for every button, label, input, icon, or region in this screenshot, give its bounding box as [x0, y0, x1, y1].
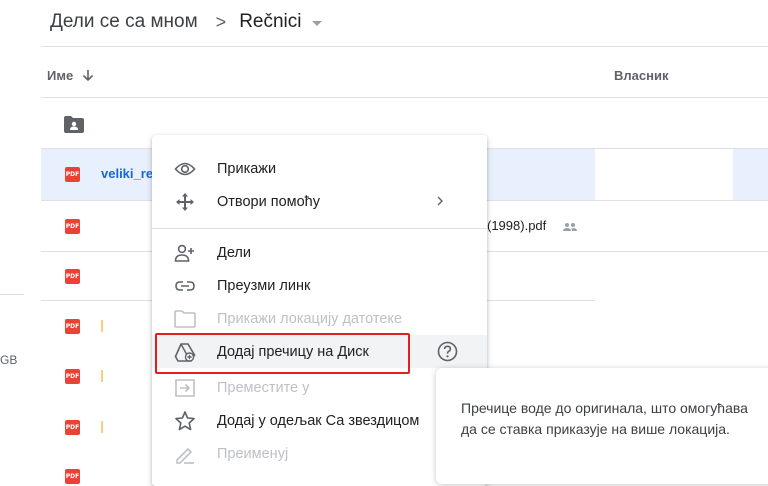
- pdf-icon: PDF: [65, 167, 80, 182]
- column-header-owner[interactable]: Власник: [614, 68, 668, 83]
- breadcrumb-shared-with-me[interactable]: Дели се са мном: [50, 11, 198, 33]
- file-thumbnail-edge: [101, 370, 103, 382]
- menu-item-label: Преименуј: [217, 445, 289, 462]
- menu-item-label: Додај у одељак Са звездицом: [217, 412, 420, 429]
- menu-item-show-file-location[interactable]: Прикажи локацију датотеке: [152, 302, 487, 335]
- menu-item-preview[interactable]: Прикажи: [152, 152, 487, 185]
- sidebar-divider: [0, 294, 24, 295]
- file-name[interactable]: veliki_re: [101, 166, 153, 181]
- table-row-selection-extension[interactable]: [733, 149, 768, 200]
- folder-outline-icon: [174, 308, 196, 330]
- menu-item-label: Преместите у: [217, 379, 310, 396]
- menu-item-get-link[interactable]: Преузми линк: [152, 269, 487, 302]
- storage-unit-label: GB: [0, 353, 18, 367]
- help-icon[interactable]: [437, 341, 458, 367]
- pdf-icon: PDF: [65, 219, 80, 234]
- help-tooltip: Пречице воде до оригинала, што омогућава…: [436, 368, 768, 484]
- pencil-icon: [174, 443, 196, 465]
- pdf-icon: PDF: [65, 269, 80, 284]
- star-icon: [174, 410, 196, 432]
- menu-item-label: Преузми линк: [217, 277, 311, 294]
- file-thumbnail-edge: [101, 421, 103, 433]
- move-to-icon: [174, 377, 196, 399]
- column-name-label: Име: [47, 68, 74, 83]
- header-divider: [41, 46, 768, 47]
- chevron-right-icon: [435, 194, 445, 213]
- move-arrows-icon: [174, 191, 196, 213]
- menu-item-label: Прикажи: [217, 160, 277, 177]
- highlight-annotation-box: [155, 333, 410, 374]
- file-name[interactable]: (1998).pdf: [487, 218, 546, 233]
- breadcrumb-current-folder[interactable]: Rečnici: [239, 11, 301, 33]
- pdf-icon: PDF: [65, 469, 80, 484]
- pdf-icon: PDF: [65, 369, 80, 384]
- menu-item-share[interactable]: Дели: [152, 236, 487, 269]
- menu-item-label: Прикажи локацију датотеке: [217, 310, 403, 327]
- link-icon: [174, 275, 196, 297]
- file-thumbnail-edge: [101, 320, 103, 332]
- menu-item-label: Отвори помоћу: [217, 193, 320, 210]
- eye-icon: [174, 158, 196, 180]
- pdf-icon: PDF: [65, 420, 80, 435]
- breadcrumb: Дели се са мном > Rečnici: [50, 8, 322, 36]
- tooltip-text: Пречице воде до оригинала, што омогућава…: [461, 400, 748, 437]
- menu-item-label: Дели: [217, 244, 251, 261]
- column-header-name[interactable]: Име: [47, 68, 94, 83]
- add-person-icon: [174, 242, 196, 264]
- pdf-icon: PDF: [65, 319, 80, 334]
- column-header-divider: [41, 97, 768, 98]
- sort-down-arrow-icon[interactable]: [82, 69, 94, 82]
- shared-people-icon: [562, 219, 578, 237]
- dropdown-caret-icon[interactable]: [311, 20, 322, 26]
- menu-divider: [152, 228, 487, 229]
- breadcrumb-separator: >: [215, 11, 227, 32]
- menu-item-open-with[interactable]: Отвори помоћу: [152, 185, 487, 218]
- shared-folder-icon[interactable]: [64, 116, 84, 138]
